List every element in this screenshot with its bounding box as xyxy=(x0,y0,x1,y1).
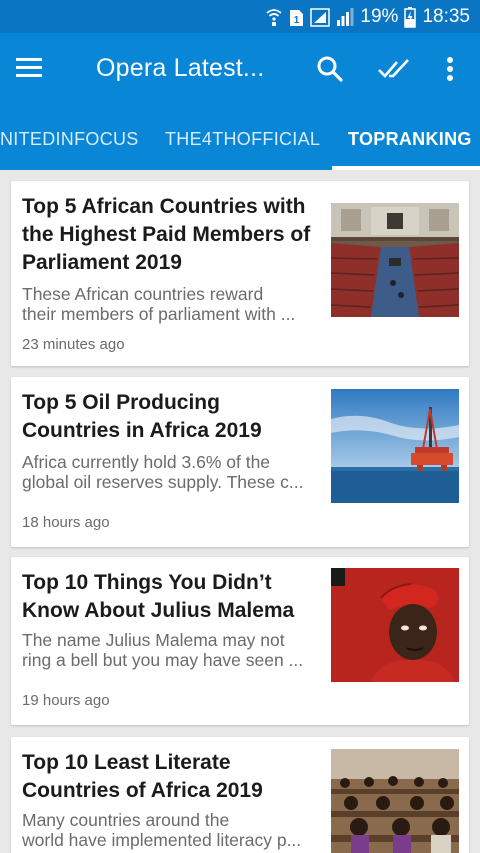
menu-button[interactable] xyxy=(15,55,47,85)
tab-the4thofficial[interactable]: THE4THOFFICIAL xyxy=(165,129,320,150)
more-options-button[interactable] xyxy=(430,51,470,91)
tab-unitedinfocus[interactable]: NITEDINFOCUS xyxy=(0,129,139,150)
snippet-line: global oil reserves supply. These c... xyxy=(22,472,304,492)
mark-all-read-icon xyxy=(377,57,411,86)
status-bar: 1 19% 18:35 xyxy=(0,0,480,33)
article-snippet: Many countries around the world have imp… xyxy=(22,810,322,850)
sim-1-icon: 1 xyxy=(288,7,304,27)
menu-icon xyxy=(15,58,43,83)
offshore-oil-rig-image[interactable] xyxy=(331,389,459,503)
battery-charging-icon xyxy=(404,6,417,28)
tab-topranking[interactable]: TOPRANKING xyxy=(348,129,472,150)
battery-percent: 19% xyxy=(360,5,399,27)
signal-sim1-icon xyxy=(310,7,331,27)
search-icon xyxy=(316,55,344,88)
snippet-line: Many countries around the xyxy=(22,810,230,830)
snippet-line: their members of parliament with ... xyxy=(22,304,296,324)
article-card[interactable]: Top 5 African Countries with the Highest… xyxy=(11,181,469,366)
article-title[interactable]: Top 10 Things You Didn’t Know About Juli… xyxy=(22,569,322,625)
snippet-line: The name Julius Malema may not xyxy=(22,630,285,650)
article-timestamp: 23 minutes ago xyxy=(22,336,125,353)
signal-bars-icon xyxy=(336,7,354,27)
article-snippet: These African countries reward their mem… xyxy=(22,284,322,324)
article-card[interactable]: Top 10 Things You Didn’t Know About Juli… xyxy=(11,557,469,725)
clock-time: 18:35 xyxy=(422,5,470,27)
students-exam-hall-image[interactable] xyxy=(331,749,459,853)
article-card[interactable]: Top 10 Least Literate Countries of Afric… xyxy=(11,737,469,853)
snippet-line: These African countries reward xyxy=(22,284,264,304)
category-tab-bar: NITEDINFOCUS THE4THOFFICIAL TOPRANKING xyxy=(0,107,480,170)
article-snippet: The name Julius Malema may not ring a be… xyxy=(22,630,322,670)
svg-text:1: 1 xyxy=(294,15,300,26)
article-timestamp: 18 hours ago xyxy=(22,514,110,531)
snippet-line: world have implemented literacy p... xyxy=(22,830,302,850)
man-red-beret-image[interactable] xyxy=(331,568,459,682)
article-title[interactable]: Top 10 Least Literate Countries of Afric… xyxy=(22,749,322,805)
article-snippet: Africa currently hold 3.6% of the global… xyxy=(22,452,322,492)
article-feed[interactable]: Top 5 African Countries with the Highest… xyxy=(0,170,480,853)
article-timestamp: 19 hours ago xyxy=(22,692,110,709)
article-title[interactable]: Top 5 African Countries with the Highest… xyxy=(22,193,322,277)
parliament-chamber-image[interactable] xyxy=(331,203,459,317)
more-vert-icon xyxy=(446,56,454,87)
article-title[interactable]: Top 5 Oil Producing Countries in Africa … xyxy=(22,389,322,445)
snippet-line: Africa currently hold 3.6% of the xyxy=(22,452,271,472)
app-bar: Opera Latest... xyxy=(0,33,480,107)
article-card[interactable]: Top 5 Oil Producing Countries in Africa … xyxy=(11,377,469,547)
search-button[interactable] xyxy=(310,51,350,91)
wifi-calling-icon xyxy=(266,7,283,27)
mark-all-read-button[interactable] xyxy=(374,51,414,91)
snippet-line: ring a bell but you may have seen ... xyxy=(22,650,304,670)
app-title: Opera Latest... xyxy=(96,54,265,82)
